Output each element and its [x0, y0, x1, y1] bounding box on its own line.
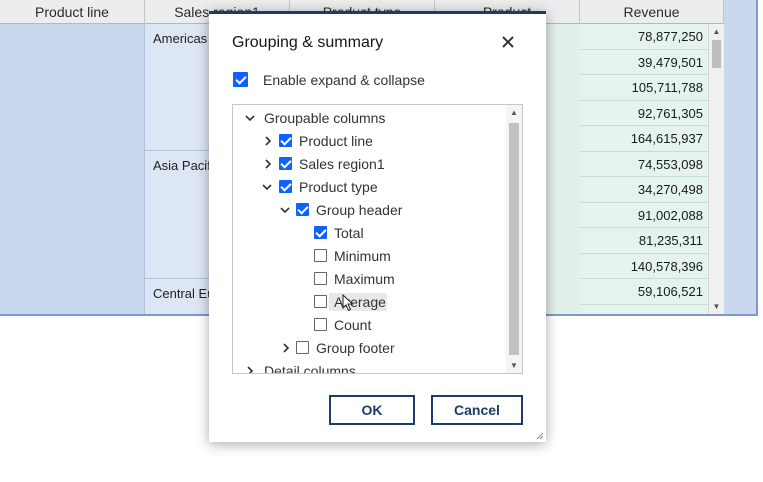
dialog-title: Grouping & summary [232, 34, 384, 51]
revenue-cell[interactable]: 81,235,311 [580, 228, 708, 254]
tree-item-label: Group header [316, 202, 403, 218]
tree-item-label: Sales region1 [299, 156, 385, 172]
revenue-cell[interactable]: 34,270,498 [580, 177, 708, 203]
tree-item-label: Maximum [334, 271, 395, 287]
tree-item-detail-columns[interactable]: Detail columns [233, 361, 503, 374]
tree-scroll-thumb[interactable] [509, 123, 519, 355]
minimum-checkbox[interactable] [314, 249, 327, 262]
average-checkbox[interactable] [314, 295, 327, 308]
tree-item-product-line[interactable]: Product line [233, 131, 503, 151]
revenue-cell[interactable]: 105,711,788 [580, 75, 708, 101]
scroll-down-icon[interactable]: ▼ [506, 361, 522, 370]
tree-item-minimum[interactable]: Minimum [233, 246, 503, 266]
chevron-right-icon[interactable] [281, 338, 291, 358]
tree-item-label: Product type [299, 179, 378, 195]
product-line-checkbox[interactable] [279, 134, 292, 147]
enable-expand-collapse-checkbox[interactable] [233, 72, 248, 87]
close-icon [502, 36, 514, 48]
tree-item-count[interactable]: Count [233, 315, 503, 335]
chevron-right-icon[interactable] [263, 131, 273, 151]
column-header-product-line[interactable]: Product line [0, 0, 145, 24]
group-header-checkbox[interactable] [296, 203, 309, 216]
maximum-checkbox[interactable] [314, 272, 327, 285]
scroll-down-icon[interactable]: ▼ [709, 302, 724, 311]
tree-item-label: Detail columns [264, 363, 356, 374]
tree-item-total[interactable]: Total [233, 223, 503, 243]
tree-item-label: Count [334, 317, 372, 333]
revenue-cell[interactable]: 164,615,937 [580, 126, 708, 152]
revenue-column: 78,877,250 39,479,501 105,711,788 92,761… [580, 24, 708, 314]
tree-item-maximum[interactable]: Maximum [233, 269, 503, 289]
tree-scrollbar[interactable]: ▲ ▼ [506, 105, 522, 373]
close-button[interactable] [499, 33, 517, 51]
tree-item-label: Product line [299, 133, 373, 149]
product-line-column [0, 24, 145, 314]
sales-region-checkbox[interactable] [279, 157, 292, 170]
revenue-cell[interactable]: 92,761,305 [580, 101, 708, 126]
table-scrollbar[interactable]: ▲ ▼ [708, 24, 724, 314]
tree-item-label: Group footer [316, 340, 395, 356]
tree-item-label: Groupable columns [264, 110, 386, 126]
scroll-up-icon[interactable]: ▲ [709, 27, 724, 36]
chevron-right-icon[interactable] [245, 361, 255, 373]
group-footer-checkbox[interactable] [296, 341, 309, 354]
tree-item-product-type[interactable]: Product type [233, 177, 503, 197]
tree-item-average[interactable]: Average [233, 292, 503, 312]
enable-expand-collapse-label: Enable expand & collapse [263, 72, 425, 88]
ok-button[interactable]: OK [329, 395, 415, 425]
dialog-top-accent [209, 11, 546, 14]
revenue-cell[interactable]: 59,106,521 [580, 279, 708, 305]
chevron-down-icon[interactable] [245, 108, 255, 128]
revenue-cell[interactable]: 74,553,098 [580, 152, 708, 177]
count-checkbox[interactable] [314, 318, 327, 331]
revenue-cell[interactable]: 78,877,250 [580, 24, 708, 50]
grouping-summary-dialog: Grouping & summary Enable expand & colla… [209, 11, 546, 442]
tree-item-group-header[interactable]: Group header [233, 200, 503, 220]
cancel-button[interactable]: Cancel [431, 395, 523, 425]
table-scroll-thumb[interactable] [712, 40, 721, 68]
column-header-revenue[interactable]: Revenue [580, 0, 724, 24]
revenue-cell[interactable]: 91,002,088 [580, 203, 708, 228]
tree-item-groupable-columns[interactable]: Groupable columns [233, 108, 503, 128]
resize-grip-icon[interactable] [536, 432, 544, 440]
revenue-cell[interactable]: 140,578,396 [580, 254, 708, 279]
total-checkbox[interactable] [314, 226, 327, 239]
tree-item-label: Minimum [334, 248, 391, 264]
chevron-down-icon[interactable] [262, 177, 272, 197]
tree-item-label: Total [334, 225, 364, 241]
chevron-down-icon[interactable] [280, 200, 290, 220]
groupable-columns-tree: Groupable columns Product line Sales reg… [232, 104, 523, 374]
tree-item-group-footer[interactable]: Group footer [233, 338, 503, 358]
mouse-cursor-icon [342, 294, 354, 312]
scroll-up-icon[interactable]: ▲ [506, 108, 522, 117]
revenue-cell[interactable]: 39,479,501 [580, 50, 708, 75]
chevron-right-icon[interactable] [263, 154, 273, 174]
product-type-checkbox[interactable] [279, 180, 292, 193]
tree-item-sales-region[interactable]: Sales region1 [233, 154, 503, 174]
